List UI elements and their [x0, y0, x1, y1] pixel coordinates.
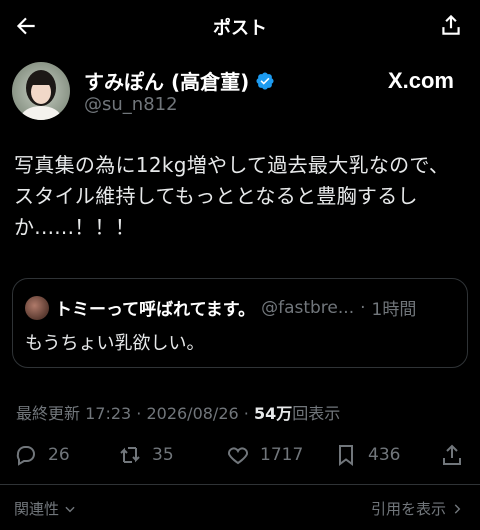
- author-handle[interactable]: @su_n812: [84, 94, 178, 115]
- action-bar: 26 35 1717 436: [0, 438, 480, 472]
- retweet-button[interactable]: 35: [118, 438, 174, 472]
- verified-badge-icon: [256, 71, 274, 90]
- quote-text: もうちょい乳欲しい。: [25, 333, 205, 354]
- page-title: ポスト: [213, 18, 267, 39]
- avatar-image: [12, 62, 70, 120]
- sort-label: 関連性: [14, 500, 60, 518]
- x-logo: X.com: [387, 68, 454, 93]
- sort-relevance-button[interactable]: 関連性: [14, 498, 77, 519]
- retweet-count: 35: [152, 445, 174, 465]
- share-tweet-button[interactable]: [440, 438, 464, 472]
- share-icon: [442, 14, 460, 35]
- show-quotes-label: 引用を表示: [370, 500, 446, 518]
- quote-time: 1時間: [371, 300, 417, 320]
- divider: [0, 484, 480, 485]
- bookmark-icon: [339, 445, 353, 466]
- reply-count: 26: [48, 445, 70, 465]
- author-row: すみぽん (高倉菫) @su_n812 X.com: [12, 62, 468, 120]
- reply-icon: [16, 446, 35, 466]
- show-quotes-link[interactable]: 引用を表示: [371, 498, 464, 519]
- view-label: 回表示: [292, 404, 341, 423]
- share-button[interactable]: [438, 12, 464, 38]
- timestamp: 最終更新 17:23 · 2026/08/26 ·: [16, 404, 254, 423]
- quoted-tweet[interactable]: トミーって呼ばれてます。 @fastbre... · 1時間 もうちょい乳欲しい…: [12, 278, 468, 368]
- quote-author-handle: @fastbre...: [261, 297, 355, 318]
- share-icon: [443, 444, 461, 465]
- like-button[interactable]: 1717: [226, 438, 303, 472]
- bookmark-button[interactable]: 436: [334, 438, 400, 472]
- quote-avatar: [25, 295, 49, 320]
- heart-icon: [227, 447, 249, 465]
- tweet-line: 写真集の為に12kg増やして過去最大乳なので、: [14, 153, 450, 177]
- author-name-text: すみぽん (高倉菫): [84, 70, 250, 94]
- like-count: 1717: [260, 445, 304, 465]
- author-name[interactable]: すみぽん (高倉菫): [84, 66, 275, 95]
- chevron-right-icon: [454, 503, 461, 514]
- avatar[interactable]: [12, 62, 70, 120]
- quote-author-name: トミーって呼ばれてます。: [55, 300, 256, 320]
- quote-separator: ·: [360, 297, 366, 318]
- top-bar: ポスト: [0, 0, 480, 52]
- view-count: 54万: [253, 404, 293, 423]
- tweet-line: スタイル維持してもっととなると豊胸するし: [14, 184, 418, 208]
- tweet-line: か......！！！: [14, 215, 136, 239]
- tweet-text: 写真集の為に12kg増やして過去最大乳なので、 スタイル維持してもっととなると豊…: [14, 150, 470, 243]
- reply-button[interactable]: 26: [14, 438, 70, 472]
- tweet-meta: 最終更新 17:23 · 2026/08/26 · 54万回表示: [16, 400, 340, 424]
- bookmark-count: 436: [368, 445, 401, 465]
- quote-header: トミーって呼ばれてます。 @fastbre... · 1時間: [25, 295, 457, 320]
- retweet-icon: [120, 447, 140, 463]
- chevron-down-icon: [65, 506, 75, 512]
